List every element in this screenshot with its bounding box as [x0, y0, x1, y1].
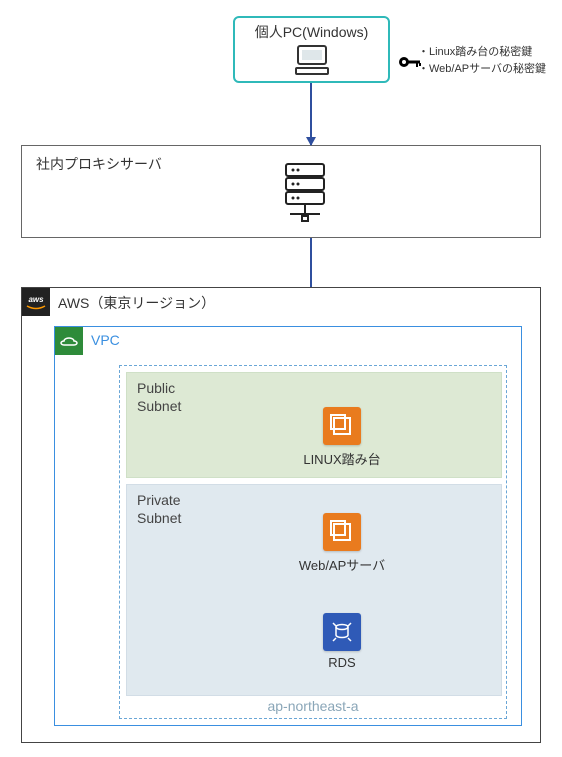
- bastion-label: LINUX踏み台: [303, 449, 380, 468]
- webap-ec2: Web/APサーバ: [282, 513, 402, 574]
- proxy-title: 社内プロキシサーバ: [36, 154, 162, 174]
- svg-text:aws: aws: [28, 295, 44, 304]
- private-subnet-title-1: Private: [137, 491, 491, 509]
- personal-pc-box: 個人PC(Windows): [233, 16, 390, 83]
- aws-region-title: AWS（東京リージョン）: [58, 293, 215, 313]
- personal-pc-title: 個人PC(Windows): [235, 22, 388, 42]
- ec2-icon: [323, 513, 361, 551]
- key-notes: ・Linux踏み台の秘密鍵 ・Web/APサーバの秘密鍵: [418, 44, 546, 77]
- vpc-title: VPC: [91, 332, 120, 348]
- vpc-box: VPC Public Subnet: [54, 326, 522, 726]
- rds-service: RDS: [282, 613, 402, 670]
- key-note-2: ・Web/APサーバの秘密鍵: [418, 61, 546, 78]
- private-subnet: Private Subnet Web/APサーバ: [126, 484, 502, 696]
- arrow-pc-to-proxy: [310, 83, 312, 145]
- server-rack-icon: [282, 162, 328, 229]
- az-label: ap-northeast-a: [120, 698, 506, 714]
- rds-label: RDS: [328, 655, 355, 670]
- ec2-icon: [323, 407, 361, 445]
- aws-logo-icon: aws: [22, 288, 50, 316]
- proxy-box: 社内プロキシサーバ: [21, 145, 541, 238]
- rds-icon: [323, 613, 361, 651]
- pc-icon: [235, 44, 388, 79]
- vpc-icon: [55, 327, 83, 355]
- public-subnet: Public Subnet LINUX踏み台: [126, 372, 502, 478]
- availability-zone-box: Public Subnet LINUX踏み台: [119, 365, 507, 719]
- bastion-ec2: LINUX踏み台: [282, 407, 402, 468]
- webap-label: Web/APサーバ: [299, 555, 385, 574]
- public-subnet-title-1: Public: [137, 379, 491, 397]
- key-note-1: ・Linux踏み台の秘密鍵: [418, 44, 546, 61]
- aws-region-box: aws AWS（東京リージョン） VPC Public Subnet: [21, 287, 541, 743]
